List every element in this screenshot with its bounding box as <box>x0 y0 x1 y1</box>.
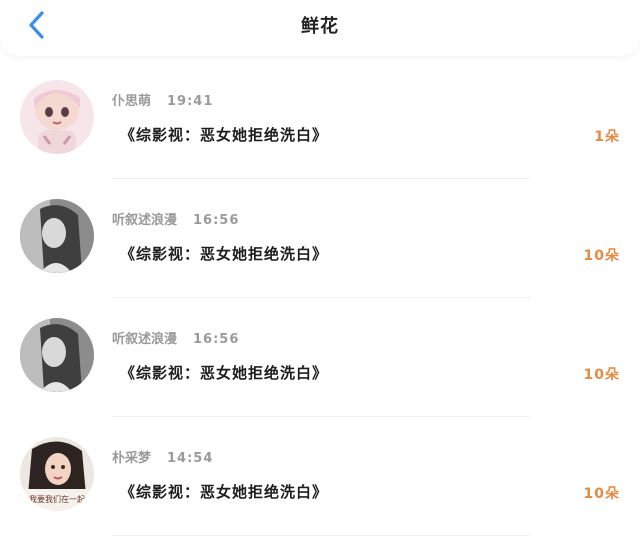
top-bar: 鲜花 <box>0 0 640 56</box>
item-meta: 仆思萌 19:41 <box>112 90 213 109</box>
avatar[interactable] <box>20 80 94 154</box>
page-title: 鲜花 <box>301 16 339 37</box>
list-item[interactable]: 听叙述浪漫 16:56 《综影视：恶女她拒绝洗白》 10朵 <box>0 179 640 298</box>
avatar-bw-image <box>20 199 94 273</box>
avatar-bw-image <box>20 318 94 392</box>
flower-count: 1朵 <box>594 129 620 145</box>
book-title[interactable]: 《综影视：恶女她拒绝洗白》 <box>120 481 328 502</box>
flower-list: 仆思萌 19:41 《综影视：恶女她拒绝洗白》 1朵 听叙述浪漫 16:56 《综影… <box>0 60 640 536</box>
username: 听叙述浪漫 <box>112 332 178 347</box>
username: 听叙述浪漫 <box>112 213 178 228</box>
username: 仆思萌 <box>112 94 152 109</box>
list-item[interactable]: 仆思萌 19:41 《综影视：恶女她拒绝洗白》 1朵 <box>0 60 640 179</box>
avatar-cartoon-image <box>20 80 94 154</box>
item-meta: 听叙述浪漫 16:56 <box>112 328 239 347</box>
avatar-caption: 我要我们在一起 <box>29 494 85 504</box>
timestamp: 19:41 <box>167 94 214 109</box>
timestamp: 16:56 <box>193 332 240 347</box>
timestamp: 14:54 <box>167 451 214 466</box>
flower-count: 10朵 <box>583 248 620 264</box>
flower-count: 10朵 <box>583 486 620 502</box>
avatar-photo-image: 我要我们在一起 <box>20 437 94 511</box>
username: 朴采梦 <box>112 451 152 466</box>
list-item[interactable]: 听叙述浪漫 16:56 《综影视：恶女她拒绝洗白》 10朵 <box>0 298 640 417</box>
avatar[interactable] <box>20 318 94 392</box>
book-title[interactable]: 《综影视：恶女她拒绝洗白》 <box>120 124 328 145</box>
item-meta: 听叙述浪漫 16:56 <box>112 209 239 228</box>
item-meta: 朴采梦 14:54 <box>112 447 213 466</box>
book-title[interactable]: 《综影视：恶女她拒绝洗白》 <box>120 362 328 383</box>
list-item[interactable]: 我要我们在一起 朴采梦 14:54 《综影视：恶女她拒绝洗白》 10朵 <box>0 417 640 536</box>
flower-count: 10朵 <box>583 367 620 383</box>
avatar[interactable] <box>20 199 94 273</box>
book-title[interactable]: 《综影视：恶女她拒绝洗白》 <box>120 243 328 264</box>
avatar[interactable]: 我要我们在一起 <box>20 437 94 511</box>
timestamp: 16:56 <box>193 213 240 228</box>
divider <box>112 535 530 536</box>
